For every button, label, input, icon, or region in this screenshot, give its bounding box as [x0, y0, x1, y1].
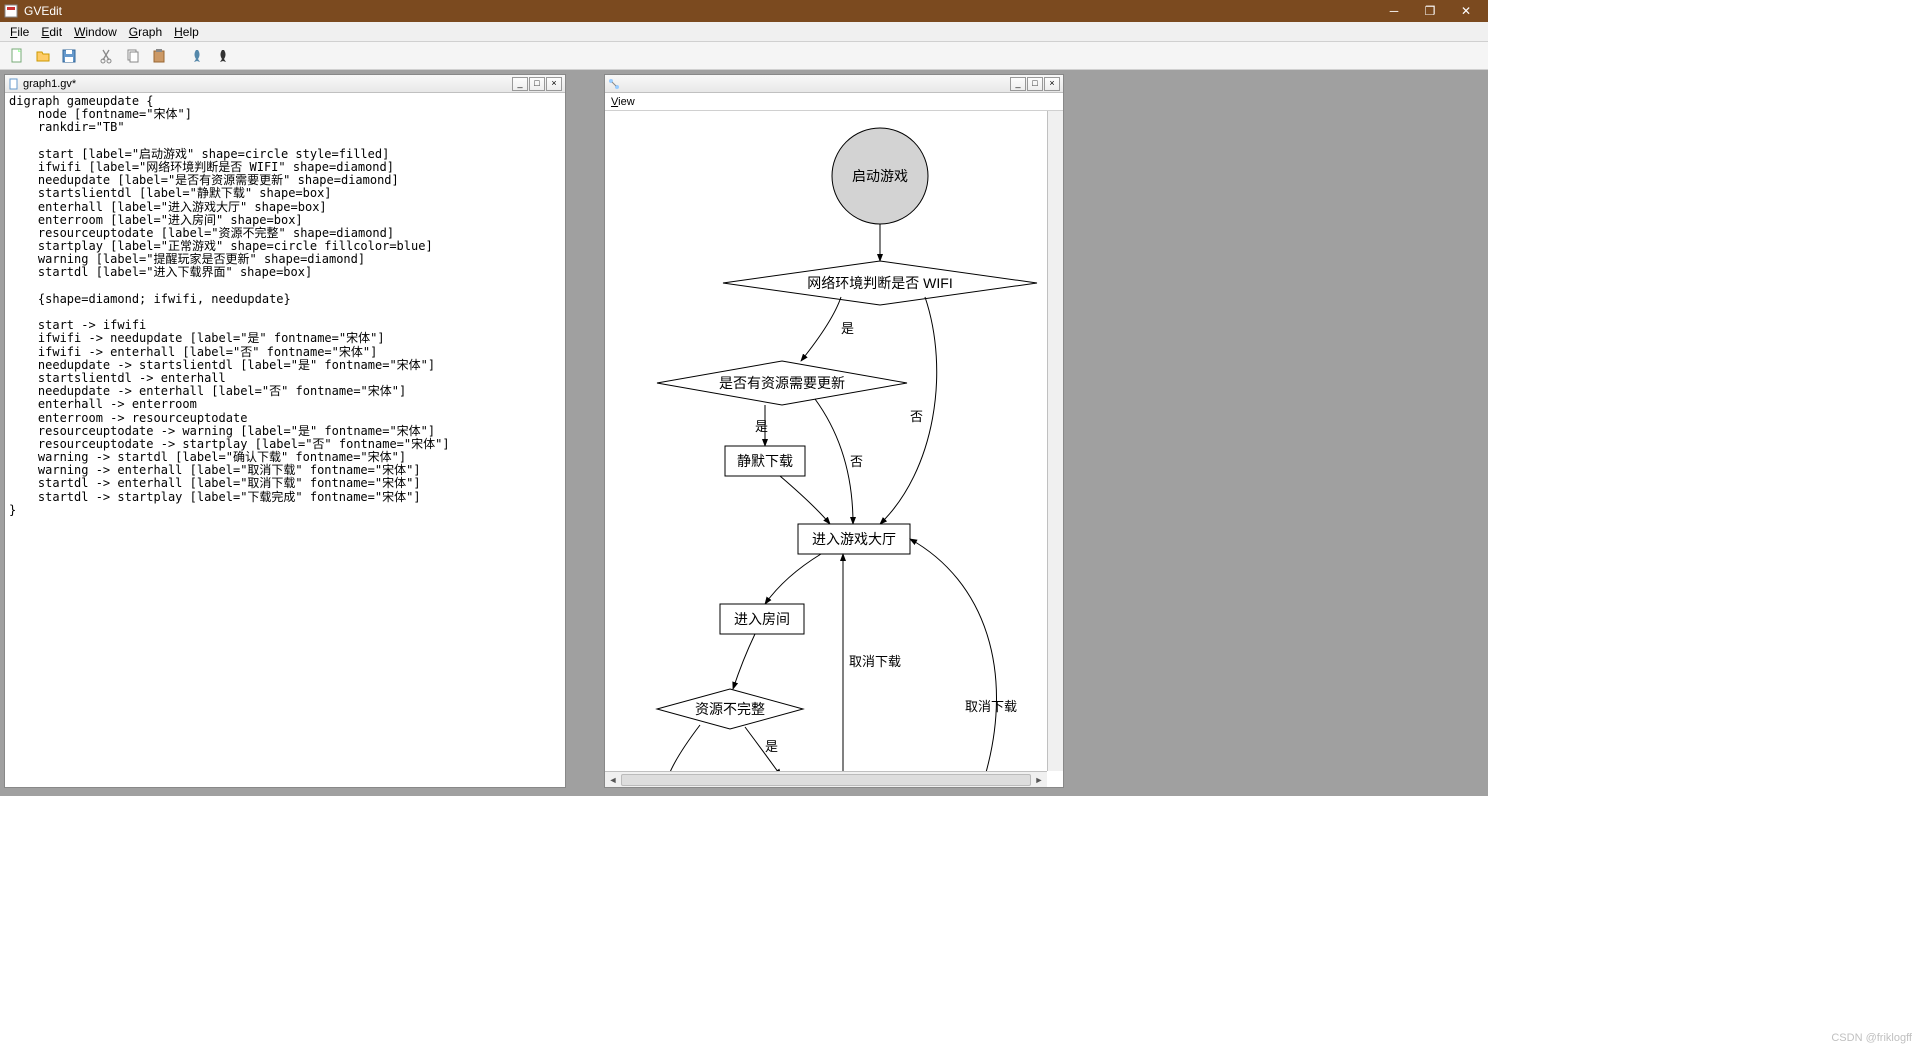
edge-no1: 否	[910, 409, 923, 424]
workspace: graph1.gv* _ □ × _ □ × View	[0, 70, 1488, 796]
edge-yes2: 是	[755, 419, 768, 434]
graph-view-menu-view[interactable]: View	[611, 96, 635, 108]
graph-view-titlebar[interactable]: _ □ ×	[605, 75, 1063, 93]
open-file-button[interactable]	[32, 45, 54, 67]
app-title: GVEdit	[24, 4, 1376, 18]
node-enterhall: 进入游戏大厅	[812, 531, 896, 547]
node-needupdate: 是否有资源需要更新	[719, 375, 845, 391]
graph-canvas[interactable]: 启动游戏 网络环境判断是否 WIFI 是 否 是否有资源需要更新	[605, 111, 1063, 787]
minimize-button[interactable]: ─	[1376, 1, 1412, 21]
menu-edit[interactable]: Edit	[35, 23, 68, 41]
node-startslientdl: 静默下载	[737, 453, 793, 469]
editor-minimize-button[interactable]: _	[512, 77, 528, 91]
document-icon	[8, 78, 20, 90]
graph-minimize-button[interactable]: _	[1010, 77, 1026, 91]
maximize-button[interactable]: ❐	[1412, 1, 1448, 21]
menu-file[interactable]: FFileile	[4, 23, 35, 41]
graph-vertical-scrollbar[interactable]	[1047, 111, 1063, 771]
editor-tab-title: graph1.gv*	[23, 78, 512, 90]
toolbar	[0, 42, 1488, 70]
menu-graph[interactable]: Graph	[123, 23, 168, 41]
save-file-button[interactable]	[58, 45, 80, 67]
graph-view-window: _ □ × View 启动游戏 网络环	[604, 74, 1064, 788]
cut-button[interactable]	[96, 45, 118, 67]
graph-horizontal-scrollbar[interactable]: ◄ ►	[605, 771, 1047, 787]
code-editor[interactable]	[5, 93, 565, 787]
menu-help[interactable]: Help	[168, 23, 205, 41]
node-start: 启动游戏	[852, 168, 908, 184]
editor-close-button[interactable]: ×	[546, 77, 562, 91]
editor-maximize-button[interactable]: □	[529, 77, 545, 91]
scroll-right-arrow[interactable]: ►	[1031, 772, 1047, 788]
watermark: CSDN @friklogff	[1831, 1032, 1912, 1044]
scroll-left-arrow[interactable]: ◄	[605, 772, 621, 788]
run-layout-button[interactable]	[186, 45, 208, 67]
edge-yes3: 是	[765, 739, 778, 754]
close-button[interactable]: ✕	[1448, 1, 1484, 21]
editor-window: graph1.gv* _ □ ×	[4, 74, 566, 788]
app-titlebar: GVEdit ─ ❐ ✕	[0, 0, 1488, 22]
copy-button[interactable]	[122, 45, 144, 67]
editor-titlebar[interactable]: graph1.gv* _ □ ×	[5, 75, 565, 93]
graph-view-menubar: View	[605, 93, 1063, 111]
menu-window[interactable]: Window	[68, 23, 123, 41]
scroll-thumb[interactable]	[621, 774, 1031, 786]
edge-yes1: 是	[841, 321, 854, 336]
edge-cancel1: 取消下载	[849, 654, 901, 669]
paste-button[interactable]	[148, 45, 170, 67]
new-file-button[interactable]	[6, 45, 28, 67]
graph-maximize-button[interactable]: □	[1027, 77, 1043, 91]
graph-icon	[608, 78, 620, 90]
run-button[interactable]	[212, 45, 234, 67]
node-ifwifi: 网络环境判断是否 WIFI	[807, 275, 952, 291]
menubar: FFileile Edit Window Graph Help	[0, 22, 1488, 42]
node-enterroom: 进入房间	[734, 611, 790, 627]
edge-cancel2: 取消下载	[965, 699, 1017, 714]
graph-close-button[interactable]: ×	[1044, 77, 1060, 91]
edge-no2: 否	[850, 454, 863, 469]
app-icon	[4, 4, 18, 18]
node-resourceuptodate: 资源不完整	[695, 701, 765, 717]
